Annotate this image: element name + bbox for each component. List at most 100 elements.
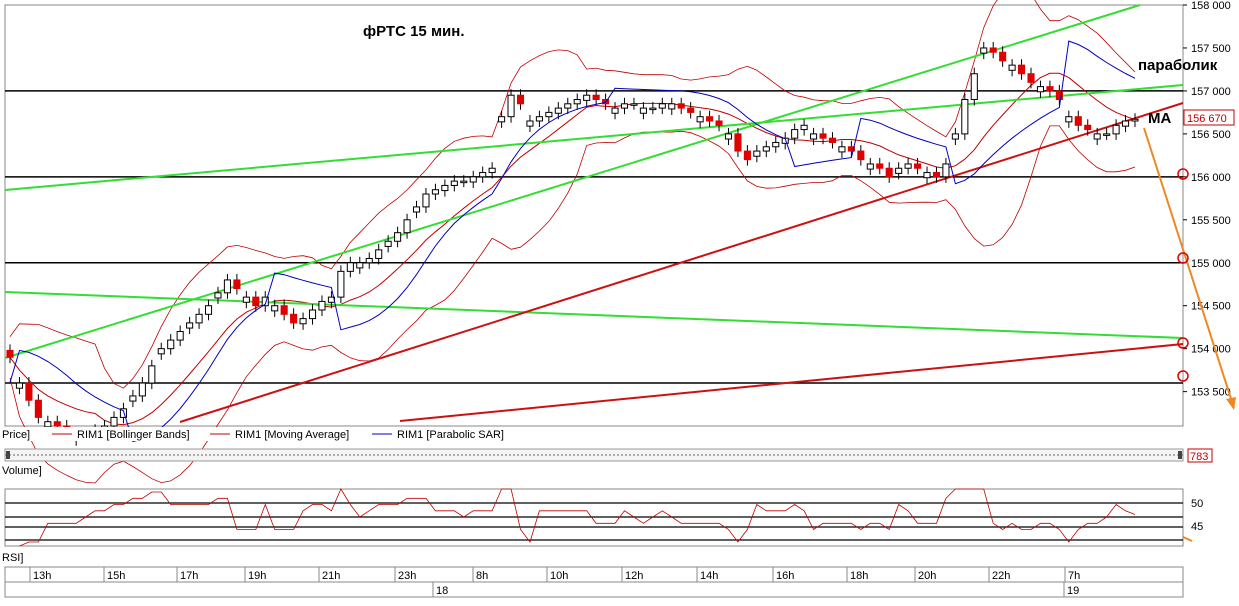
chart-title: фРТС 15 мин. <box>363 23 465 40</box>
candle-body <box>44 421 52 428</box>
hour-label: 21h <box>322 570 340 582</box>
candle-body <box>318 300 326 311</box>
candle-body <box>110 416 118 427</box>
candle-body <box>895 167 903 174</box>
day-label: 19 <box>1067 585 1079 597</box>
candle-body <box>1008 64 1016 71</box>
legend-price-label: Price] <box>2 429 30 441</box>
horizontal-scrollbar[interactable] <box>4 448 1184 462</box>
hour-label: 14h <box>700 570 718 582</box>
candle-body <box>649 107 657 111</box>
candle-body <box>564 103 572 109</box>
candle-body <box>25 382 33 401</box>
candle-body <box>980 47 988 54</box>
scrollbar-left-handle[interactable] <box>6 451 10 459</box>
hour-label: 7h <box>1068 570 1080 582</box>
candle-body <box>1093 133 1101 140</box>
hour-label: 15h <box>107 570 125 582</box>
candle-body <box>989 47 997 53</box>
candle-body <box>1065 116 1073 123</box>
candle-body <box>195 313 203 324</box>
candle-body <box>375 249 383 259</box>
candle-body <box>932 172 941 178</box>
candle-body <box>800 124 808 131</box>
candle-body <box>535 116 543 122</box>
candle-body <box>422 193 430 208</box>
candle-body <box>828 137 837 143</box>
price-tick-label: 158 000 <box>1191 0 1231 12</box>
price-tick-label: 154 500 <box>1191 301 1231 313</box>
candle-body <box>53 421 61 427</box>
hour-label: 10h <box>550 570 568 582</box>
legend-bollinger: RIM1 [Bollinger Bands] <box>77 429 190 441</box>
price-tick-label: 156 000 <box>1191 172 1231 184</box>
candle-body <box>545 111 553 118</box>
candle-body <box>715 120 723 126</box>
rsi-tick-45: 45 <box>1191 521 1203 533</box>
candle-body <box>668 103 676 110</box>
candle-body <box>186 322 194 329</box>
scroll-value: 783 <box>1190 451 1208 463</box>
candle-body <box>857 150 865 161</box>
candle-body <box>620 103 629 109</box>
candle-body <box>308 309 317 320</box>
candle-body <box>1036 86 1045 93</box>
candle-body <box>441 184 449 192</box>
candle-body <box>271 305 279 312</box>
candle-body <box>819 133 827 139</box>
candle-body <box>687 107 695 113</box>
candle-body <box>176 330 184 341</box>
candle-body <box>677 103 685 109</box>
chart-window: 158 000 157 500 157 000 156 500 156 000 155 5… <box>0 0 1239 601</box>
candle-body <box>876 163 884 169</box>
candle-body <box>942 163 950 178</box>
candle-body <box>214 292 222 299</box>
candle-body <box>1131 118 1139 122</box>
candle-body <box>999 51 1007 62</box>
candle-body <box>242 296 250 303</box>
price-tick-label: 153 500 <box>1191 387 1231 399</box>
price-tick-label: 156 500 <box>1191 129 1231 141</box>
rsi-tick-50: 50 <box>1191 498 1203 510</box>
candle-body <box>1112 124 1120 135</box>
candle-body <box>904 163 912 169</box>
candle-body <box>280 305 288 315</box>
candle-body <box>630 103 638 106</box>
candle-body <box>431 189 439 195</box>
price-tick-label: 157 500 <box>1191 43 1231 55</box>
candle-body <box>1027 73 1035 83</box>
hour-label: 20h <box>918 570 936 582</box>
candle-body <box>138 382 146 397</box>
candle-body <box>450 180 458 186</box>
candle-body <box>885 167 893 178</box>
day-label: 18 <box>436 585 448 597</box>
legend-ma: RIM1 [Moving Average] <box>235 429 349 441</box>
candle-body <box>6 349 14 358</box>
candle-body <box>15 382 24 389</box>
candle-body <box>592 94 600 101</box>
scrollbar-right-handle[interactable] <box>1178 451 1182 459</box>
candle-body <box>554 107 562 114</box>
candle-body <box>337 270 345 298</box>
candle-body <box>1046 86 1054 92</box>
candle-body <box>658 103 666 109</box>
candle-body <box>290 313 298 324</box>
hour-label: 23h <box>398 570 416 582</box>
price-tick-label: 157 000 <box>1191 86 1231 98</box>
hour-label: 19h <box>248 570 266 582</box>
candle-body <box>1121 120 1130 127</box>
candle-body <box>753 150 761 157</box>
candle-body <box>526 120 534 127</box>
candle-body <box>696 116 704 123</box>
hour-label: 18h <box>850 570 868 582</box>
candle-body <box>346 262 354 272</box>
candle-body <box>866 163 874 170</box>
candle-body <box>299 318 307 325</box>
candle-body <box>252 296 260 307</box>
hour-label: 17h <box>180 570 198 582</box>
hour-label: 8h <box>476 570 488 582</box>
candle-body <box>469 176 477 183</box>
price-tick-label: 155 500 <box>1191 215 1231 227</box>
candle-body <box>743 150 751 161</box>
candle-body <box>961 99 969 135</box>
